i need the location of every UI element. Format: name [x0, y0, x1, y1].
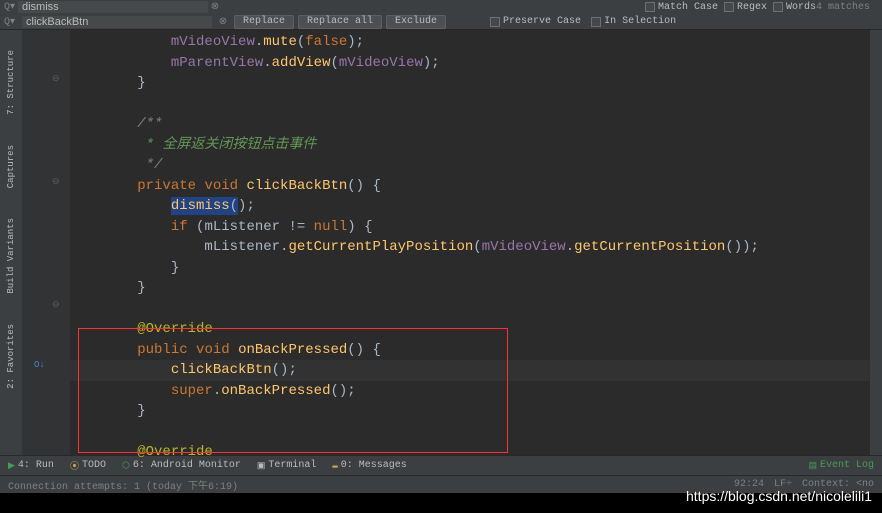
find-icon: Q▾ [4, 1, 18, 13]
regex-checkbox[interactable]: Regex [724, 2, 767, 13]
fold-icon[interactable]: ⊖ [52, 177, 60, 187]
replace-icon: Q▾ [4, 16, 18, 28]
build-variants-tab[interactable]: Build Variants [6, 218, 16, 294]
structure-tab[interactable]: 7: Structure [6, 50, 16, 115]
in-selection-checkbox[interactable]: In Selection [591, 16, 676, 27]
override-gutter-icon[interactable]: O↓ [34, 360, 45, 370]
clear-replace-icon[interactable]: ⊗ [216, 16, 230, 28]
favorites-tab[interactable]: 2: Favorites [6, 324, 16, 389]
find-input[interactable] [18, 1, 208, 13]
exclude-button[interactable]: Exclude [386, 15, 446, 29]
run-tool[interactable]: ▶4: Run [8, 460, 54, 471]
fold-icon[interactable]: ⊖ [52, 300, 60, 310]
fold-icon[interactable]: ⊖ [52, 74, 60, 84]
editor-scrollbar[interactable] [870, 30, 882, 455]
preserve-case-checkbox[interactable]: Preserve Case [490, 16, 581, 27]
replace-all-button[interactable]: Replace all [298, 15, 382, 29]
matches-count: 4 matches [816, 2, 870, 13]
status-message: Connection attempts: 1 (today 下午6:19) [8, 477, 238, 493]
editor-gutter: ⊖ ⊖ ⊖ O↓ [22, 30, 70, 455]
replace-button[interactable]: Replace [234, 15, 294, 29]
clear-find-icon[interactable]: ⊗ [208, 1, 222, 13]
match-case-checkbox[interactable]: Match Case [645, 2, 718, 13]
replace-input[interactable] [22, 16, 212, 28]
captures-tab[interactable]: Captures [6, 145, 16, 188]
words-checkbox[interactable]: Words [773, 2, 816, 13]
left-tool-sidebar: 7: Structure Captures Build Variants 2: … [0, 30, 22, 455]
code-editor[interactable]: mVideoView.mute(false); mParentView.addV… [70, 30, 870, 455]
watermark: https://blog.csdn.net/nicolelili1 [686, 488, 872, 504]
